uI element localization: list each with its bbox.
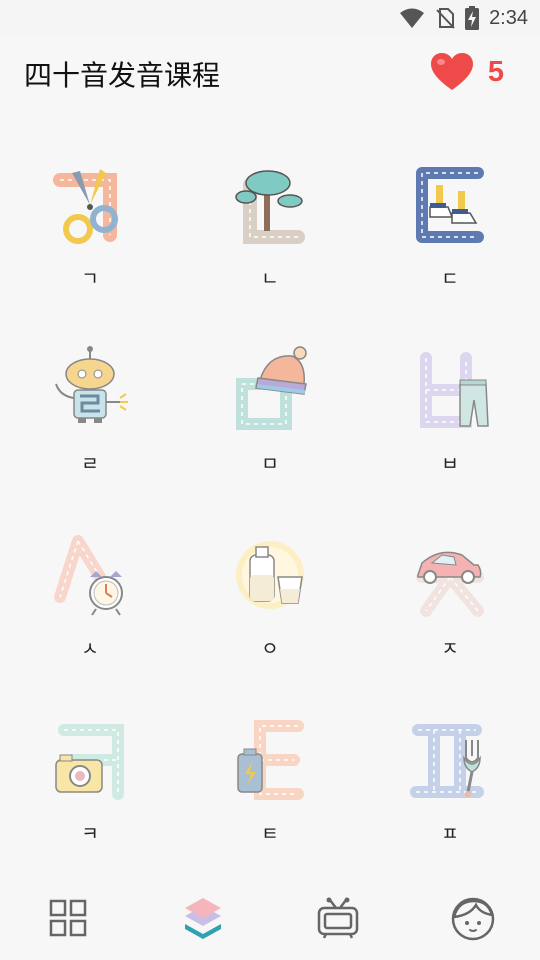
battery-icon — [237, 720, 304, 800]
letter-label: ㅅ — [81, 638, 99, 660]
sneakers-icon — [416, 167, 484, 243]
nav-videos[interactable] — [270, 875, 405, 960]
letter-label: ㅁ — [261, 453, 279, 475]
letter-card-bieup[interactable]: ㅂ — [360, 315, 540, 499]
lives-indicator[interactable]: 5 — [430, 52, 504, 92]
grid-icon — [49, 899, 86, 936]
letter-label: ㅌ — [261, 823, 279, 845]
no-sim-icon — [436, 8, 455, 29]
letter-card-pieup[interactable]: ㅍ — [360, 685, 540, 869]
tv-icon — [317, 897, 358, 939]
letter-card-kieuk[interactable]: ㅋ — [0, 685, 180, 869]
letter-card-rieul[interactable]: ㄹ — [0, 315, 180, 499]
heart-icon — [430, 53, 473, 90]
letter-card-tieut[interactable]: ㅌ — [180, 685, 360, 869]
status-time: 2:34 — [489, 6, 528, 29]
camera-icon — [55, 724, 124, 800]
knit-hat-icon — [236, 346, 307, 430]
status-bar: 2:34 — [0, 0, 540, 36]
nav-courses[interactable] — [135, 875, 270, 960]
letter-card-ieung[interactable]: ㅇ — [180, 500, 360, 684]
robot-icon — [55, 346, 128, 423]
battery-charging-icon — [465, 6, 480, 30]
letter-card-giyeok[interactable]: ㄱ — [0, 130, 180, 314]
status-icons: 2:34 — [399, 6, 528, 30]
header: 四十音发音课程 5 — [0, 36, 540, 112]
car-icon — [416, 551, 484, 617]
letter-label: ㅂ — [441, 453, 459, 475]
letter-label: ㄹ — [81, 453, 99, 475]
letter-label: ㅋ — [81, 823, 99, 845]
letter-label: ㄷ — [441, 268, 459, 290]
letter-card-digeut[interactable]: ㄷ — [360, 130, 540, 314]
tree-icon — [235, 170, 305, 244]
pants-icon — [420, 352, 489, 428]
scissors-icon — [53, 169, 118, 244]
letter-label: ㅈ — [441, 638, 459, 660]
letter-card-mieum[interactable]: ㅁ — [180, 315, 360, 499]
letter-label: ㅍ — [441, 823, 459, 845]
letter-card-nieun[interactable]: ㄴ — [180, 130, 360, 314]
lives-count: 5 — [487, 55, 504, 88]
alarm-clock-icon — [54, 535, 123, 616]
letter-card-siot[interactable]: ㅅ — [0, 500, 180, 684]
layers-icon — [184, 897, 221, 939]
letter-grid: ㄱ ㄴ ㄷ ㄹ ㅁ ㅂ ㅅ ㅇ ㅈ ㅋ ㅌ ㅍ — [0, 130, 540, 870]
letter-card-jieut[interactable]: ㅈ — [360, 500, 540, 684]
nav-home[interactable] — [0, 875, 135, 960]
bottom-nav — [0, 875, 540, 960]
milk-icon — [236, 541, 304, 609]
letter-label: ㄱ — [81, 268, 99, 290]
nav-profile[interactable] — [405, 875, 540, 960]
fork-icon — [410, 724, 484, 798]
page-title: 四十音发音课程 — [24, 59, 221, 92]
profile-icon — [451, 897, 494, 940]
letter-label: ㄴ — [261, 268, 279, 290]
wifi-icon — [400, 8, 425, 28]
letter-label: ㅇ — [261, 638, 279, 660]
